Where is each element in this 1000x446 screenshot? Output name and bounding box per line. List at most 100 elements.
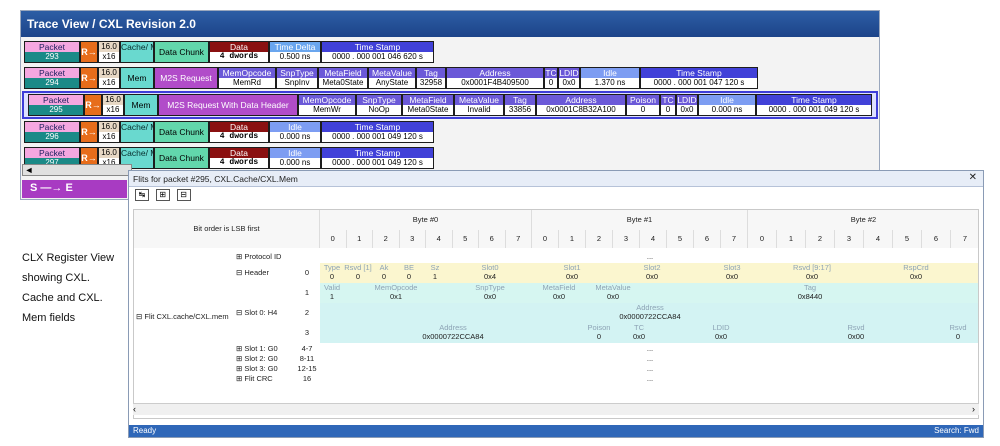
link-speed-cell: 16.0 x16: [98, 41, 120, 63]
flits-horizontal-scrollbar[interactable]: ‹ ›: [133, 403, 979, 415]
bit-index-0-3: 3: [399, 230, 426, 248]
caption-line-2: showing CXL.: [22, 272, 90, 284]
field-value: 0: [627, 105, 659, 115]
field-value: 0x0: [483, 292, 497, 301]
field-value: 0x0: [559, 78, 579, 88]
field-label: Tag: [803, 283, 817, 292]
flit-crc-value: ...: [646, 374, 654, 383]
bit-index-2-6: 6: [922, 230, 951, 248]
timestamp-label: Time Stamp: [354, 148, 401, 158]
bit-index-0-1: 1: [346, 230, 373, 248]
bit-index-1-1: 1: [559, 230, 586, 248]
field-tag: Tag 32958: [416, 67, 446, 89]
field-value: AnyState: [369, 78, 415, 88]
data-cell[interactable]: Data 4 dwords: [209, 147, 269, 169]
hdr-field-ak: Ak 0: [372, 263, 396, 283]
data-cell[interactable]: Data 4 dwords: [209, 41, 269, 63]
field-value: 0x0: [714, 332, 728, 341]
scroll-right-icon[interactable]: ›: [972, 404, 975, 414]
scroll-left-icon[interactable]: ‹: [133, 404, 136, 414]
row-protocol-id[interactable]: ⊞ Protocol ID: [234, 252, 294, 262]
packet-number-cell[interactable]: Packet 294: [24, 67, 80, 89]
flits-title-text: Flits for packet #295, CXL.Cache/CXL.Mem: [133, 174, 298, 184]
packet-label: Packet: [39, 68, 65, 78]
field-memopcode: MemOpcode MemRd: [218, 67, 276, 89]
link-speed: 16.0: [101, 68, 117, 77]
data-value: 4 dwords: [210, 158, 268, 168]
bit-index-1-5: 5: [667, 230, 694, 248]
row-slot0[interactable]: ⊟ Slot 0: H4: [234, 303, 294, 323]
packet-number-cell[interactable]: Packet 293: [24, 41, 80, 63]
row-slot3[interactable]: ⊞ Slot 3: G0: [234, 364, 294, 374]
protocol-id-value: ...: [646, 252, 654, 261]
field-tag: Tag 33856: [504, 94, 536, 116]
packet-number-cell[interactable]: Packet 296: [24, 121, 80, 143]
field-value: 0x0: [725, 272, 739, 281]
link-speed: 16.0: [105, 95, 121, 104]
field-label: SnpType: [280, 68, 314, 78]
link-speed: 16.0: [101, 42, 117, 51]
timestamp-cell: Time Stamp 0000 . 000 001 047 120 s: [640, 67, 758, 89]
field-address: Address 0x0001F4B409500: [446, 67, 544, 89]
timestamp-value: 0000 . 000 001 046 620 s: [322, 52, 433, 62]
collapse-all-icon[interactable]: ⊟: [176, 189, 191, 201]
flit-group-label[interactable]: ⊟ Flit CXL.cache/CXL.mem: [134, 252, 234, 382]
idle-value: 0.000 ns: [699, 105, 755, 115]
field-label: MetaField: [542, 283, 576, 292]
field-value: 0x4: [483, 272, 497, 281]
lsb-order-icon[interactable]: ↹: [135, 189, 149, 201]
idle-cell: Idle 1.370 ns: [580, 67, 640, 89]
status-left: Ready: [133, 426, 157, 435]
link-speed-cell: 16.0 x16: [102, 94, 124, 116]
data-value: 4 dwords: [210, 132, 268, 142]
field-label: Tag: [424, 68, 438, 78]
bit-index-0-7: 7: [505, 230, 532, 248]
field-value: NoOp: [357, 105, 401, 115]
field-label: Slot0: [481, 263, 499, 272]
hdr-field-slot3: Slot3 0x0: [692, 263, 772, 283]
field-value: 0x0001C8B32A100: [537, 105, 625, 115]
packet-number-cell[interactable]: Packet 295: [28, 94, 84, 116]
chunk-type-cell: Data Chunk: [154, 121, 209, 143]
field-label: TC: [662, 95, 674, 105]
idle-label: Idle: [288, 148, 302, 158]
field-value: 0x0: [805, 272, 819, 281]
field-metavalue: MetaValue AnyState: [368, 67, 416, 89]
field-value: MemRd: [219, 78, 275, 88]
timestamp-cell: Time Stamp 0000 . 000 001 049 120 s: [756, 94, 872, 116]
field-label: SnpType: [475, 283, 505, 292]
row-slot2[interactable]: ⊞ Slot 2: G0: [234, 354, 294, 364]
idle-cell: Idle 0.000 ns: [269, 121, 321, 143]
row-flit-crc[interactable]: ⊞ Flit CRC: [234, 374, 294, 384]
trace-horizontal-scrollbar[interactable]: ◄: [22, 164, 132, 176]
timestamp-cell: Time Stamp 0000 . 000 001 046 620 s: [321, 41, 434, 63]
timestamp-value: 0000 . 000 001 049 120 s: [757, 105, 871, 115]
time-delta-value: 0.500 ns: [270, 52, 320, 62]
slot0-field-snptype: SnpType 0x0: [448, 283, 532, 303]
bit-index-0-2: 2: [373, 230, 400, 248]
row-header[interactable]: ⊟ Header: [234, 263, 294, 283]
field-label: MetaValue: [595, 283, 631, 292]
field-value: 1: [329, 292, 335, 301]
field-value: 0x0: [909, 272, 923, 281]
packet-row-295-selected[interactable]: Packet 295 R→ 16.0 x16 Mem M2S Request Wit…: [22, 91, 878, 119]
scroll-left-arrow[interactable]: ◄: [23, 165, 35, 175]
close-icon[interactable]: ✕: [969, 172, 977, 183]
row-slot1[interactable]: ⊞ Slot 1: G0: [234, 344, 294, 354]
timestamp-value: 0000 . 000 001 049 120 s: [322, 158, 433, 168]
field-label: MetaField: [409, 95, 447, 105]
data-cell[interactable]: Data 4 dwords: [209, 121, 269, 143]
expand-all-icon[interactable]: ⊞: [155, 189, 170, 201]
field-label: TC: [545, 68, 557, 78]
bit-index-1-2: 2: [586, 230, 613, 248]
field-value: 0: [661, 105, 675, 115]
hdr-field-rspcrd: RspCrd 0x0: [852, 263, 978, 283]
start-end-marker[interactable]: S —→ E: [22, 180, 127, 198]
idle-label: Idle: [720, 95, 734, 105]
link-width: x16: [99, 52, 119, 62]
trace-view-title: Trace View / CXL Revision 2.0: [21, 11, 879, 37]
packet-number: 294: [25, 78, 79, 88]
field-memopcode: MemOpcode MemWr: [298, 94, 356, 116]
slot1-value: ...: [646, 344, 654, 353]
bit-index-1-0: 0: [532, 230, 559, 248]
